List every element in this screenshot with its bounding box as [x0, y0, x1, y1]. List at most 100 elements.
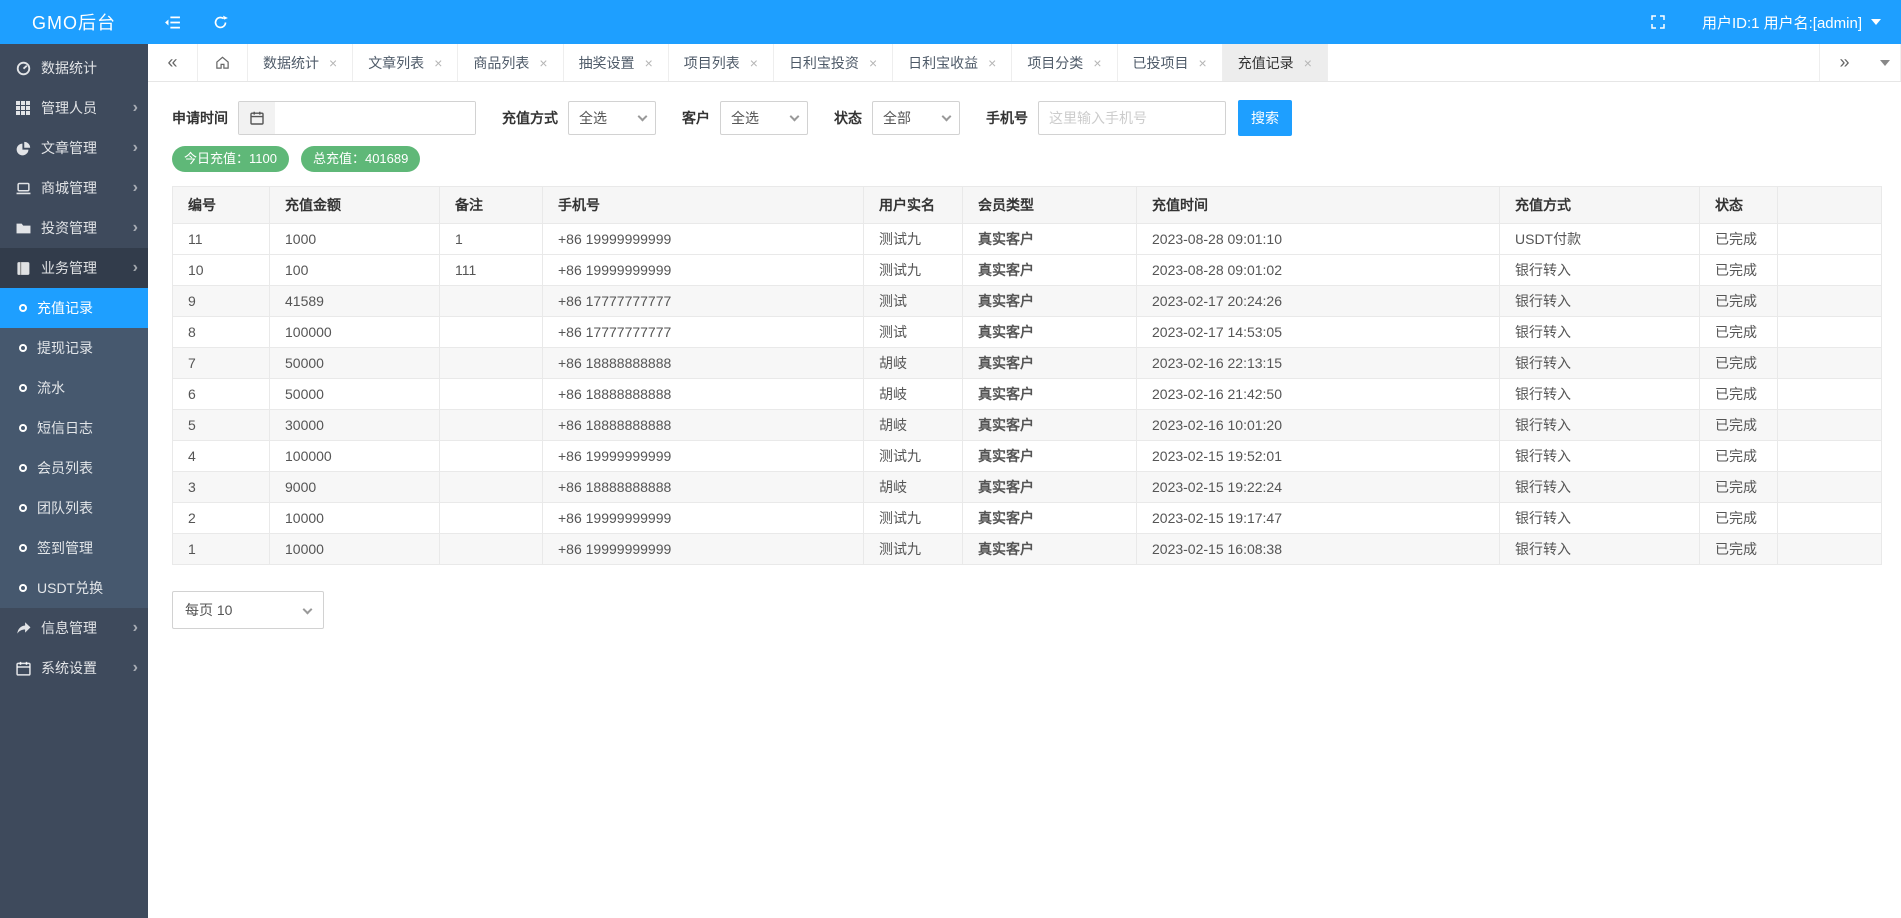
cell-amount: 100000 [270, 317, 440, 348]
cell-id: 3 [173, 472, 270, 503]
search-button[interactable]: 搜索 [1238, 100, 1292, 136]
grid-icon [16, 101, 32, 115]
total-recharge-badge: 总充值：401689 [301, 146, 420, 172]
close-icon[interactable]: × [1199, 55, 1207, 71]
tab-goods-list[interactable]: 商品列表× [458, 44, 563, 81]
tab-article-list[interactable]: 文章列表 × [353, 44, 458, 81]
cell-member-type: 真实客户 [963, 410, 1137, 441]
sidebar-item-label: 流水 [37, 378, 65, 398]
phone-input[interactable] [1038, 101, 1226, 135]
sidebar-item-label: 投资管理 [41, 218, 97, 238]
cell-status: 已完成 [1700, 441, 1778, 472]
customer-select[interactable]: 全选 [720, 101, 808, 135]
date-input[interactable] [275, 102, 475, 134]
circle-icon [19, 544, 27, 552]
close-icon[interactable]: × [434, 55, 442, 71]
date-filter-label: 申请时间 [172, 108, 228, 128]
refresh-button[interactable] [196, 0, 244, 44]
user-label: 用户ID:1 用户名:[admin] [1702, 12, 1862, 33]
cell-note [440, 534, 543, 565]
date-range-picker[interactable] [238, 101, 476, 135]
cell-extra [1778, 379, 1882, 410]
sidebar-item-article-mgmt[interactable]: 文章管理› [0, 128, 148, 168]
cell-realname: 测试九 [864, 503, 963, 534]
sidebar-item-invest-mgmt[interactable]: 投资管理› [0, 208, 148, 248]
sidebar-item-usdt-exchange[interactable]: USDT兑换 [0, 568, 148, 608]
tab-lottery-settings[interactable]: 抽奖设置× [564, 44, 669, 81]
cell-id: 8 [173, 317, 270, 348]
tab-label: 文章列表 [368, 53, 424, 73]
close-icon[interactable]: × [750, 55, 758, 71]
sidebar-item-business-mgmt[interactable]: 业务管理› [0, 248, 148, 288]
column-header-amount: 充值金额 [270, 187, 440, 224]
close-icon[interactable]: × [539, 55, 547, 71]
sidebar-item-label: 短信日志 [37, 418, 93, 438]
sidebar-item-data-stats[interactable]: 数据统计 [0, 48, 148, 88]
tab-menu-button[interactable] [1869, 44, 1901, 81]
chevron-right-icon: › [133, 140, 138, 156]
sidebar-item-sms-log[interactable]: 短信日志 [0, 408, 148, 448]
cell-status: 已完成 [1700, 317, 1778, 348]
cell-member-type: 真实客户 [963, 224, 1137, 255]
close-icon[interactable]: × [1304, 55, 1312, 71]
sidebar-item-team-list[interactable]: 团队列表 [0, 488, 148, 528]
fullscreen-button[interactable] [1634, 0, 1682, 44]
close-icon[interactable]: × [645, 55, 653, 71]
tab-data-stats[interactable]: 数据统计× [248, 44, 353, 81]
chevron-right-icon: › [133, 660, 138, 676]
tab-rilibao-profit[interactable]: 日利宝收益× [893, 44, 1012, 81]
cell-extra [1778, 317, 1882, 348]
tab-rilibao-invest[interactable]: 日利宝投资 × [774, 44, 893, 81]
scroll-tabs-right-button[interactable]: » [1819, 44, 1869, 81]
sidebar-item-checkin-mgmt[interactable]: 签到管理 [0, 528, 148, 568]
chevron-right-icon: › [133, 260, 138, 276]
sidebar-item-withdraw-records[interactable]: 提现记录 [0, 328, 148, 368]
gauge-icon [16, 61, 32, 76]
home-tab[interactable] [198, 44, 248, 81]
close-icon[interactable]: × [988, 55, 996, 71]
filter-row: 申请时间 充值方式 全选 客户 全选 状态 全部 手机 [172, 100, 1877, 136]
chevron-right-icon: › [133, 100, 138, 116]
table-row: 750000+86 18888888888胡岐真实客户2023-02-16 22… [173, 348, 1882, 379]
close-icon[interactable]: × [1093, 55, 1101, 71]
sidebar-item-member-list[interactable]: 会员列表 [0, 448, 148, 488]
method-filter-label: 充值方式 [502, 108, 558, 128]
sidebar-item-label: 商城管理 [41, 178, 97, 198]
tab-project-category[interactable]: 项目分类× [1012, 44, 1117, 81]
cell-note [440, 379, 543, 410]
cell-realname: 胡岐 [864, 348, 963, 379]
tab-invested-projects[interactable]: 已投项目× [1118, 44, 1223, 81]
close-icon[interactable]: × [329, 55, 337, 71]
tab-project-list[interactable]: 项目列表× [669, 44, 774, 81]
sidebar-item-label: 会员列表 [37, 458, 93, 478]
sidebar-item-label: 提现记录 [37, 338, 93, 358]
recharge-method-select[interactable]: 全选 [568, 101, 656, 135]
cell-time: 2023-02-15 19:52:01 [1137, 441, 1500, 472]
user-menu[interactable]: 用户ID:1 用户名:[admin] [1682, 12, 1901, 33]
close-icon[interactable]: × [869, 55, 877, 71]
sidebar-item-recharge-records[interactable]: 充值记录 [0, 288, 148, 328]
sidebar-item-flow[interactable]: 流水 [0, 368, 148, 408]
cell-note: 111 [440, 255, 543, 286]
cell-id: 9 [173, 286, 270, 317]
sidebar-item-admins[interactable]: 管理人员 › [0, 88, 148, 128]
scroll-tabs-left-button[interactable]: « [148, 44, 198, 81]
cell-status: 已完成 [1700, 348, 1778, 379]
cell-note [440, 472, 543, 503]
cell-note [440, 348, 543, 379]
cell-member-type: 真实客户 [963, 534, 1137, 565]
cell-amount: 50000 [270, 379, 440, 410]
cell-extra [1778, 503, 1882, 534]
tab-label: 日利宝投资 [789, 53, 859, 73]
sidebar-item-mall-mgmt[interactable]: 商城管理› [0, 168, 148, 208]
table-row: 530000+86 18888888888胡岐真实客户2023-02-16 10… [173, 410, 1882, 441]
cell-status: 已完成 [1700, 410, 1778, 441]
sidebar-item-system-settings[interactable]: 系统设置› [0, 648, 148, 688]
status-select[interactable]: 全部 [872, 101, 960, 135]
menu-toggle-button[interactable] [148, 0, 196, 44]
tab-recharge-records[interactable]: 充值记录× [1223, 44, 1328, 81]
cell-phone: +86 19999999999 [543, 534, 864, 565]
sidebar-item-label: 管理人员 [41, 98, 97, 118]
per-page-select[interactable]: 每页 10 [172, 591, 324, 629]
sidebar-item-info-mgmt[interactable]: 信息管理› [0, 608, 148, 648]
